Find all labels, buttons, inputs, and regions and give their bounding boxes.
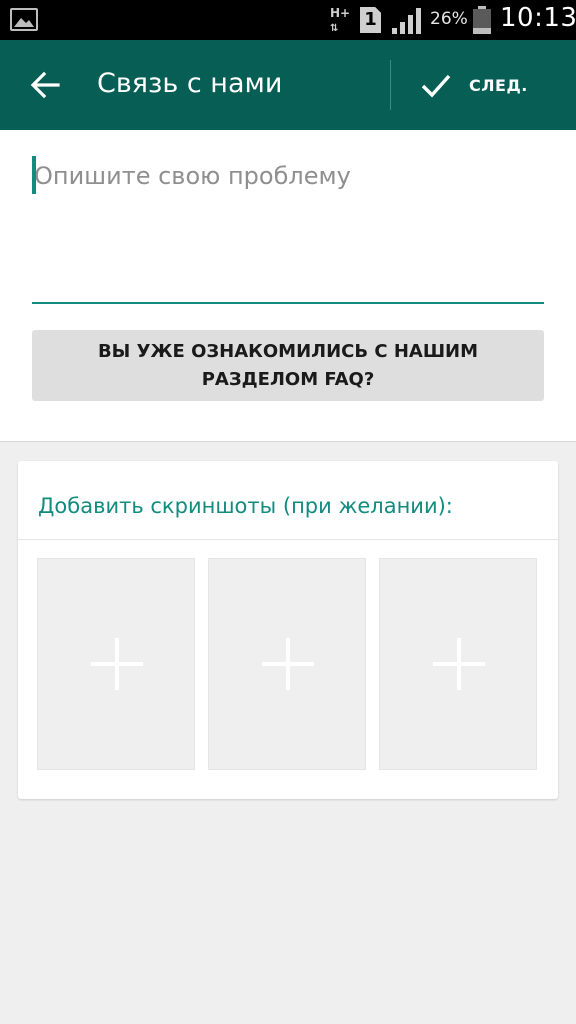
sim-icon: 1 [360,7,381,33]
battery-fill [473,27,491,34]
check-icon [421,74,451,98]
toolbar-divider [390,60,391,110]
clock: 10:13 [500,3,576,33]
text-cursor [32,156,36,194]
network-type-icon: H+ ⇅ [330,6,351,34]
toolbar: Связь с нами СЛЕД. [0,40,576,130]
faq-button[interactable]: ВЫ УЖЕ ОЗНАКОМИЛИСЬ С НАШИМ РАЗДЕЛОМ FAQ… [32,330,544,401]
screenshots-divider [18,539,558,540]
screenshots-section: Добавить скриншоты (при желании): [18,461,558,799]
plus-icon [91,638,143,690]
plus-icon [262,638,314,690]
arrow-left-icon[interactable] [28,68,62,102]
battery-icon [473,6,491,34]
page-title: Связь с нами [97,68,283,99]
sim-slot-label: 1 [364,9,377,30]
add-screenshot-slot-3[interactable] [379,558,537,770]
problem-section: ВЫ УЖЕ ОЗНАКОМИЛИСЬ С НАШИМ РАЗДЕЛОМ FAQ… [0,130,576,442]
battery-percent: 26% [430,9,468,29]
add-screenshot-slot-2[interactable] [208,558,366,770]
network-type-label: H+ [330,6,351,20]
plus-icon [433,638,485,690]
gallery-icon [10,8,38,31]
problem-description-input[interactable] [32,152,544,304]
next-button-label: СЛЕД. [469,76,528,95]
screenshots-heading: Добавить скриншоты (при желании): [38,494,453,518]
signal-icon [392,8,421,34]
status-bar: H+ ⇅ 1 26% 10:13 [0,0,576,40]
add-screenshot-slot-1[interactable] [37,558,195,770]
next-button[interactable]: СЛЕД. [412,62,562,108]
